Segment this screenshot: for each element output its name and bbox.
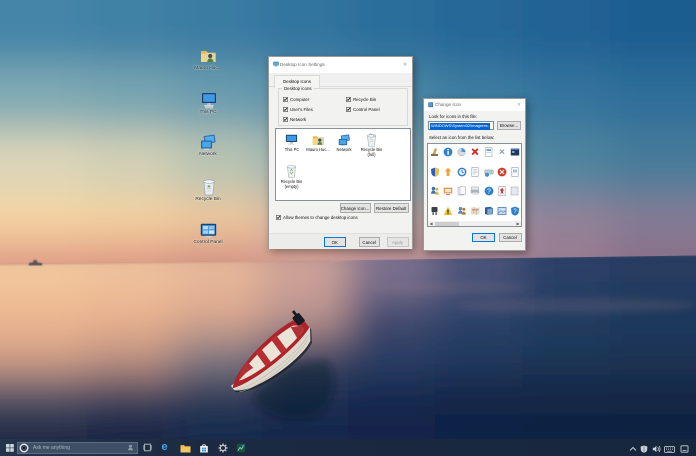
svg-text:?: ?	[487, 188, 491, 195]
